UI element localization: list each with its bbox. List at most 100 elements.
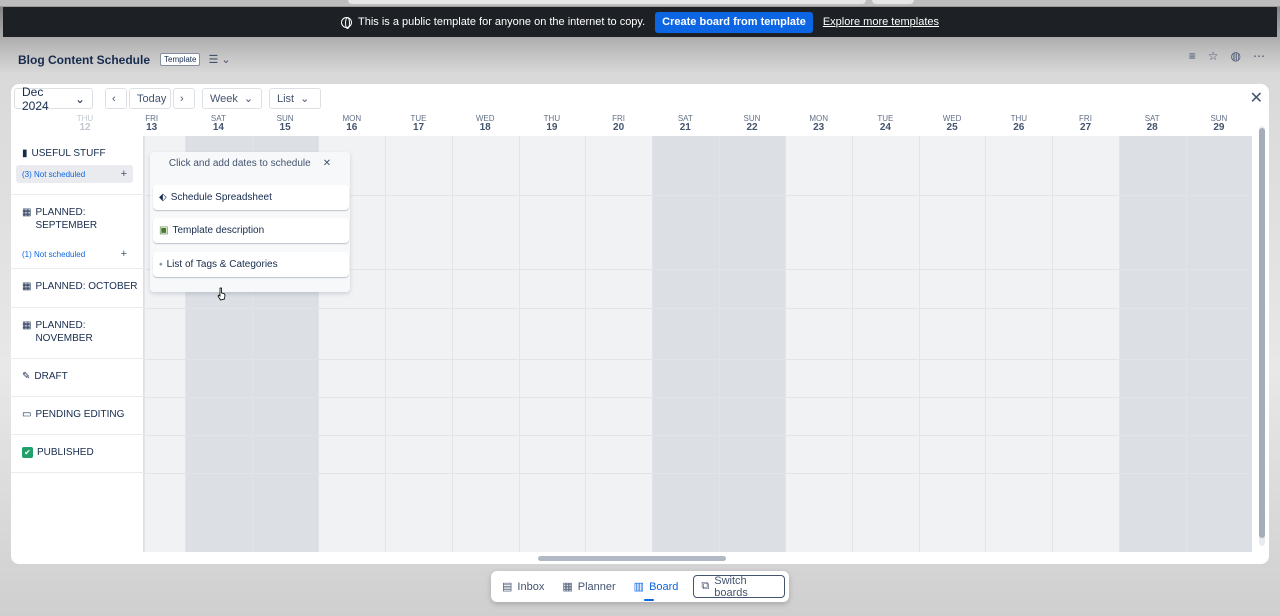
day-header-cell: WED 18 bbox=[452, 114, 518, 133]
close-icon[interactable]: ✕ bbox=[1250, 88, 1263, 108]
lane[interactable]: ✔ PUBLISHED bbox=[11, 435, 144, 473]
card-label: Template description bbox=[172, 225, 265, 236]
view-select[interactable]: Week ⌄ bbox=[202, 88, 262, 109]
next-week-button[interactable]: › bbox=[173, 88, 195, 109]
nav-board[interactable]: ▥ Board bbox=[627, 575, 686, 601]
day-number: 21 bbox=[679, 122, 691, 133]
planner-panel: Dec 2024 ⌄ ‹ Today › Week ⌄ List ⌄ ✕ THU… bbox=[11, 84, 1269, 564]
day-column[interactable] bbox=[718, 136, 786, 552]
globe-visibility-icon[interactable]: ◍ bbox=[1231, 49, 1241, 63]
board-actions: ≡ ☆ ◍ ⋯ bbox=[1189, 49, 1265, 63]
lane[interactable]: ▦ PLANNED: NOVEMBER bbox=[11, 308, 144, 359]
board-menu-icon[interactable]: ☰ ⌄ bbox=[208, 53, 230, 66]
lane[interactable]: ▦ PLANNED: OCTOBER bbox=[11, 269, 144, 308]
mode-select[interactable]: List ⌄ bbox=[269, 88, 321, 109]
day-header-cell: FRI 13 bbox=[119, 114, 185, 133]
switch-boards-label: Switch boards bbox=[714, 574, 748, 599]
more-icon[interactable]: ⋯ bbox=[1253, 49, 1265, 63]
nav-inbox-label: Inbox bbox=[517, 580, 545, 593]
day-header-cell: THU 19 bbox=[519, 114, 585, 133]
lane-title-text: PLANNED: SEPTEMBER bbox=[35, 207, 98, 231]
horizontal-scrollbar[interactable] bbox=[11, 554, 1269, 564]
lane-title: ▦ PLANNED: SEPTEMBER bbox=[22, 206, 112, 232]
switch-boards-button[interactable]: ⧉ Switch boards bbox=[693, 574, 785, 599]
not-scheduled-button[interactable]: (1) Not scheduled + bbox=[16, 245, 133, 263]
lane-row-line bbox=[144, 435, 1251, 436]
lane-title-text: PENDING EDITING bbox=[35, 409, 125, 420]
browser-top-strip bbox=[0, 0, 1280, 7]
explore-templates-link[interactable]: Explore more templates bbox=[823, 16, 939, 28]
switch-icon: ⧉ bbox=[701, 580, 710, 592]
day-column[interactable] bbox=[1185, 136, 1253, 552]
day-number: 13 bbox=[146, 122, 158, 133]
lane-row-line bbox=[144, 397, 1251, 398]
month-picker[interactable]: Dec 2024 ⌄ bbox=[14, 85, 93, 113]
today-button[interactable]: Today bbox=[129, 88, 171, 109]
card-label: Schedule Spreadsheet bbox=[170, 192, 272, 203]
create-board-button[interactable]: Create board from template bbox=[655, 11, 813, 33]
lane-icon: ▦ bbox=[22, 207, 32, 218]
day-column[interactable] bbox=[451, 136, 519, 552]
day-header-cell: SUN 22 bbox=[719, 114, 785, 133]
day-column[interactable] bbox=[518, 136, 586, 552]
day-number: 12 bbox=[79, 122, 91, 133]
nav-planner[interactable]: ▦ Planner bbox=[555, 575, 622, 598]
globe-icon bbox=[340, 16, 352, 29]
nav-inbox[interactable]: ▤ Inbox bbox=[495, 575, 551, 598]
day-number: 24 bbox=[879, 122, 891, 133]
board-title[interactable]: Blog Content Schedule bbox=[18, 53, 150, 67]
day-number: 14 bbox=[212, 122, 224, 133]
template-banner: This is a public template for anyone on … bbox=[3, 7, 1277, 37]
day-number: 18 bbox=[479, 122, 491, 133]
horizontal-scroll-thumb[interactable] bbox=[538, 556, 726, 561]
day-column[interactable] bbox=[1052, 136, 1119, 552]
day-column[interactable] bbox=[918, 136, 986, 552]
add-icon[interactable]: + bbox=[121, 168, 127, 180]
day-column[interactable] bbox=[1118, 136, 1186, 552]
lane-title: ▮ USEFUL STUFF bbox=[22, 147, 142, 160]
chevron-down-icon: ⌄ bbox=[300, 93, 310, 105]
lane[interactable]: ▭ PENDING EDITING bbox=[11, 397, 144, 435]
day-number: 26 bbox=[1013, 122, 1025, 133]
day-number: 25 bbox=[946, 122, 958, 133]
not-scheduled-button[interactable]: (3) Not scheduled + bbox=[16, 165, 133, 183]
vertical-scrollbar[interactable] bbox=[1259, 126, 1265, 546]
day-header-cell: SAT 14 bbox=[185, 114, 251, 133]
popup-hint: Click and add dates to schedule bbox=[168, 157, 311, 169]
image-icon: ▣ bbox=[159, 225, 169, 236]
filter-icon[interactable]: ≡ bbox=[1189, 49, 1196, 63]
lane[interactable]: ▮ USEFUL STUFF (3) Not scheduled + bbox=[11, 136, 144, 195]
day-header: THU 12 FRI 13 SAT 14 SUN 15 MON 16 TUE 17 WED 18 THU 19… bbox=[11, 114, 1251, 136]
day-column[interactable] bbox=[585, 136, 652, 552]
close-popup-icon[interactable]: ✕ bbox=[323, 158, 331, 169]
chevron-right-icon: › bbox=[180, 92, 184, 105]
star-icon[interactable]: ☆ bbox=[1208, 49, 1219, 63]
day-column[interactable] bbox=[785, 136, 852, 552]
day-column[interactable] bbox=[852, 136, 919, 552]
lane[interactable]: ✎ DRAFT bbox=[11, 359, 144, 397]
day-header-cell: THU 12 bbox=[52, 114, 118, 133]
card-schedule-spreadsheet[interactable]: ⬖ Schedule Spreadsheet bbox=[153, 185, 349, 210]
day-column[interactable] bbox=[651, 136, 719, 552]
prev-week-button[interactable]: ‹ bbox=[105, 88, 127, 109]
chevron-left-icon: ‹ bbox=[112, 92, 116, 105]
add-icon[interactable]: + bbox=[121, 248, 127, 260]
card-tags-categories[interactable]: ⬩ List of Tags & Categories bbox=[153, 252, 349, 277]
lane[interactable]: ▦ PLANNED: SEPTEMBER (1) Not scheduled + bbox=[11, 195, 144, 269]
top-strip-tab bbox=[348, 0, 866, 4]
lane-title: ▦ PLANNED: OCTOBER bbox=[22, 280, 142, 293]
day-column[interactable] bbox=[385, 136, 452, 552]
lane-icon: ✎ bbox=[22, 371, 31, 382]
day-header-cell: SUN 15 bbox=[252, 114, 318, 133]
day-column[interactable] bbox=[985, 136, 1052, 552]
lane-title: ▦ PLANNED: NOVEMBER bbox=[22, 319, 112, 345]
day-number: 16 bbox=[346, 122, 358, 133]
day-header-cell: MON 16 bbox=[319, 114, 385, 133]
banner-message: This is a public template for anyone on … bbox=[357, 16, 646, 28]
lane-title: ✔ PUBLISHED bbox=[22, 446, 142, 459]
card-template-description[interactable]: ▣ Template description bbox=[153, 218, 349, 243]
vertical-scroll-thumb[interactable] bbox=[1259, 128, 1265, 538]
top-strip-tab-small bbox=[872, 0, 914, 4]
lane-row-line bbox=[144, 308, 1251, 309]
lane-title-text: USEFUL STUFF bbox=[31, 148, 106, 159]
